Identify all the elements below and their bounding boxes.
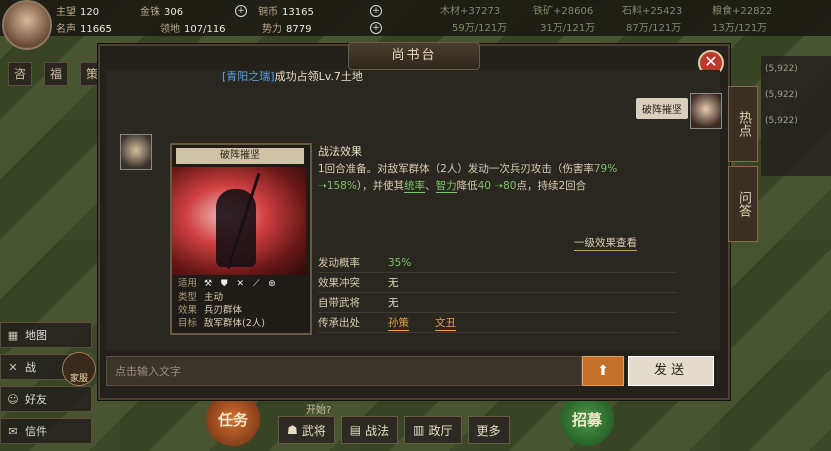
skill-card-name: 破阵摧坚 bbox=[176, 148, 304, 164]
troop-type-icons: ⚒ ⛊ ✕ ⟋ ⊛ bbox=[204, 279, 279, 289]
innate-general-row: 自带武将无 bbox=[318, 293, 676, 313]
skill-card-art bbox=[172, 167, 306, 275]
level-one-effect-link[interactable]: 一级效果查看 bbox=[574, 235, 637, 251]
male-general-avatar[interactable] bbox=[120, 134, 152, 170]
prestige-resource: 主望 120 bbox=[56, 7, 100, 18]
qa-tab[interactable]: 问答 bbox=[728, 166, 758, 242]
government-button[interactable]: ▥ 政厅 bbox=[404, 416, 462, 444]
conflict-row: 效果冲突无 bbox=[318, 273, 676, 293]
chat-input-wrap bbox=[106, 356, 582, 386]
skill-card: 破阵摧坚 适用 ⚒ ⛊ ✕ ⟋ ⊛ 类型 主动 效果 兵刃群体 目标 敌军群体(2人) bbox=[170, 143, 312, 335]
coord-row[interactable]: (5,922) bbox=[761, 108, 831, 134]
trigger-rate-row: 发动概率 35% bbox=[318, 253, 676, 273]
fame-resource: 名声 11665 bbox=[56, 24, 112, 35]
female-general-avatar[interactable] bbox=[690, 93, 722, 129]
side-tab-1[interactable]: 福 bbox=[44, 62, 68, 86]
land-resource: 领地 107/116 bbox=[160, 24, 226, 35]
hint-text: 开始? bbox=[306, 405, 332, 416]
friends-icon: ☺ bbox=[7, 392, 19, 406]
generals-icon: ☗ bbox=[287, 423, 298, 437]
add-power-icon[interactable]: + bbox=[370, 22, 382, 34]
stone-capacity: 87万/121万 bbox=[626, 23, 682, 34]
iron-output: 铁矿+28606 bbox=[533, 6, 594, 17]
wood-capacity: 59万/121万 bbox=[452, 23, 508, 34]
left-menu: ▦ 地图 ✕ 战 ☺ 好友 ✉ 信件 bbox=[0, 322, 92, 450]
coord-row[interactable]: (5,922) bbox=[761, 56, 831, 82]
map-button[interactable]: ▦ 地图 bbox=[0, 322, 92, 348]
more-button[interactable]: 更多 bbox=[467, 416, 510, 444]
bottom-nav: ☗ 武将 ▤ 战法 ▥ 政厅 更多 bbox=[278, 416, 668, 446]
expand-up-button[interactable]: ⬆ bbox=[582, 356, 624, 386]
iron-capacity: 31万/121万 bbox=[540, 23, 596, 34]
battle-icon: ✕ bbox=[8, 360, 18, 374]
effect-title: 战法效果 bbox=[318, 145, 362, 158]
chat-input[interactable] bbox=[107, 357, 581, 385]
effect-description: 1回合准备。对敌军群体（2人）发动一次兵刃攻击（伤害率79% ➝158%），并使… bbox=[318, 163, 618, 193]
task-button[interactable]: 任务 bbox=[206, 392, 260, 446]
map-icon: ▦ bbox=[7, 328, 19, 342]
coord-row[interactable]: (5,922) bbox=[761, 82, 831, 108]
mail-icon: ✉ bbox=[8, 424, 18, 438]
send-button[interactable]: 发送 bbox=[628, 356, 714, 386]
announcement: [青阳之瑞]成功占领Lv.7土地 bbox=[222, 70, 363, 83]
home-server-button[interactable]: 家服 bbox=[62, 352, 96, 386]
power-resource: 势力 8779 bbox=[262, 24, 312, 35]
resource-bar: 主望 120 金铢 306 铜币 13165 名声 11665 领地 107/116 势力… bbox=[0, 0, 831, 36]
grain-capacity: 13万/121万 bbox=[712, 23, 768, 34]
mail-button[interactable]: ✉ 信件 bbox=[0, 418, 92, 444]
inherit-general-link[interactable]: 孙策 bbox=[388, 315, 409, 331]
wood-output: 木材+37273 bbox=[440, 6, 501, 17]
government-icon: ▥ bbox=[413, 423, 425, 437]
add-copper-icon[interactable]: + bbox=[370, 5, 382, 17]
gold-resource: 金铢 306 bbox=[140, 7, 184, 18]
skill-properties: 发动概率 35% 效果冲突无 自带武将无 传承出处 孙策 文丑 bbox=[318, 253, 676, 333]
inherit-general-link[interactable]: 文丑 bbox=[435, 315, 456, 331]
copper-resource: 铜币 13165 bbox=[258, 7, 314, 18]
add-gold-icon[interactable]: + bbox=[235, 5, 247, 17]
coordinate-list: (5,922) (5,922) (5,922) bbox=[761, 56, 831, 176]
shangshutai-dialog: 尚书台 ✕ [青阳之瑞]成功占领Lv.7土地 热点 问答 破阵摧坚 破阵摧坚 适… bbox=[98, 42, 758, 400]
generals-button[interactable]: ☗ 武将 bbox=[278, 416, 335, 444]
warrior-silhouette bbox=[216, 189, 256, 267]
skill-chat-bubble[interactable]: 破阵摧坚 bbox=[636, 98, 688, 119]
skill-effect: 战法效果 1回合准备。对敌军群体（2人）发动一次兵刃攻击（伤害率79% ➝158… bbox=[318, 143, 680, 251]
side-tab-0[interactable]: 咨 bbox=[8, 62, 32, 86]
skill-card-info: 适用 ⚒ ⛊ ✕ ⟋ ⊛ 类型 主动 效果 兵刃群体 目标 敌军群体(2人) bbox=[178, 278, 279, 329]
grain-output: 粮食+22822 bbox=[712, 6, 773, 17]
inherit-source-row: 传承出处 孙策 文丑 bbox=[318, 313, 676, 333]
player-avatar[interactable] bbox=[2, 0, 52, 50]
tactics-icon: ▤ bbox=[349, 423, 362, 437]
announcement-source[interactable]: [青阳之瑞] bbox=[222, 70, 275, 83]
hot-topics-tab[interactable]: 热点 bbox=[728, 86, 758, 162]
stone-output: 石料+25423 bbox=[622, 6, 683, 17]
friends-button[interactable]: ☺ 好友 bbox=[0, 386, 92, 412]
tactics-button[interactable]: ▤ 战法 bbox=[340, 416, 399, 444]
dialog-title: 尚书台 bbox=[348, 42, 480, 70]
